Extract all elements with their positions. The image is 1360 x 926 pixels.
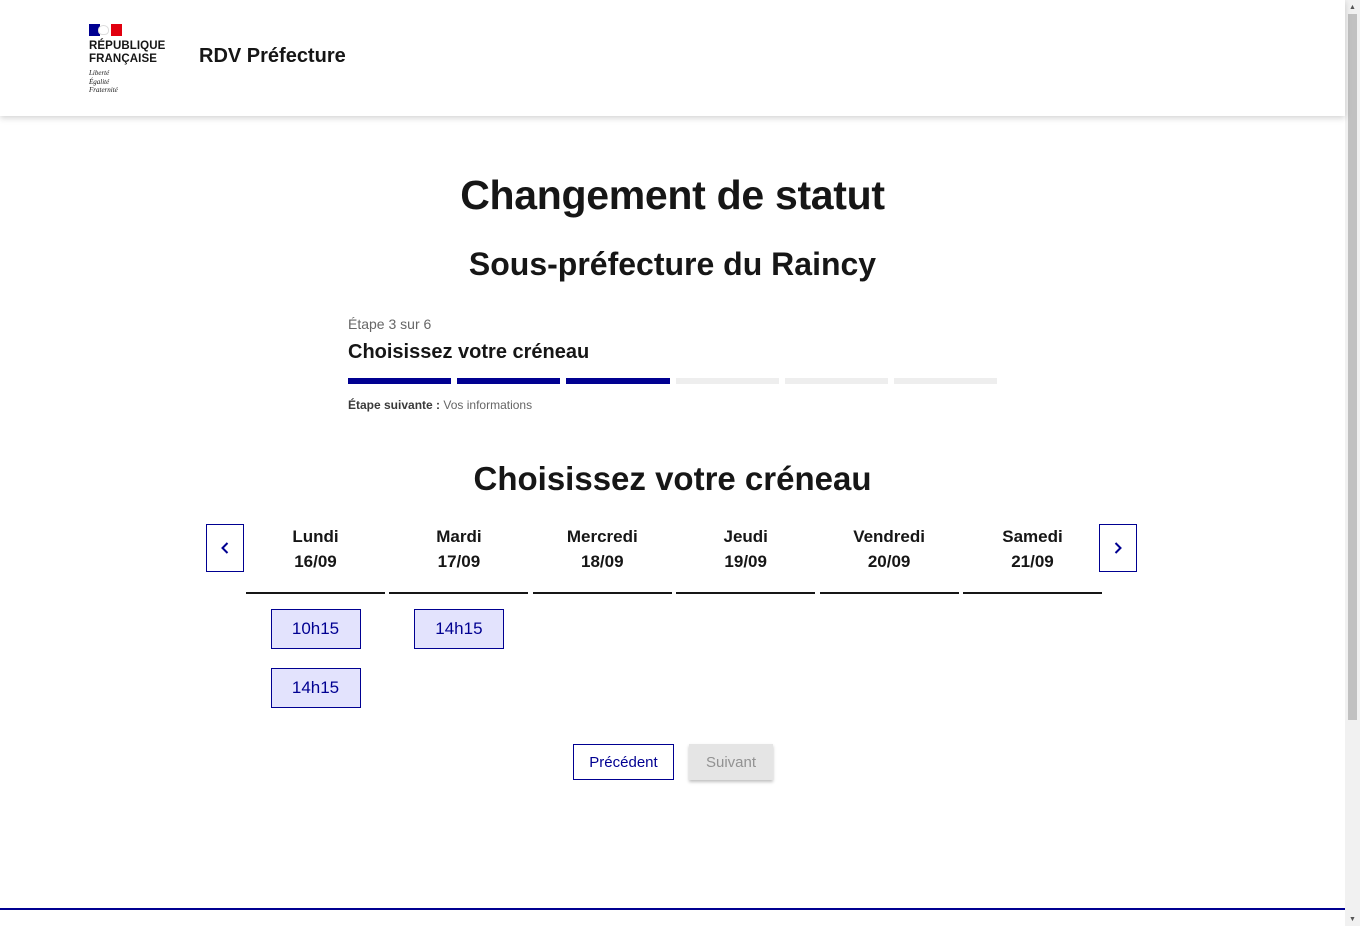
time-slot-button[interactable]: 14h15 [413,609,504,649]
stepper-segment [675,378,779,384]
calendar-day-mardi: Mardi 17/09 [389,524,529,594]
previous-button[interactable]: Précédent [573,744,674,780]
calendar-day-lundi: Lundi 16/09 [246,524,385,594]
stepper-next-step: Étape suivante : Vos informations [348,398,998,412]
stepper-next-label: Étape suivante : [348,398,441,412]
day-date: 16/09 [294,552,337,571]
vertical-scrollbar[interactable]: ▲ ▼ [1345,0,1360,926]
page-subtitle: Sous-préfecture du Raincy [468,246,877,282]
day-name: Mardi [436,527,482,546]
day-name: Mercredi [566,527,638,546]
french-flag-icon [89,24,122,36]
service-title[interactable]: RDV Préfecture [199,45,346,68]
section-title: Choisissez votre créneau [473,460,872,497]
day-date: 18/09 [581,552,624,571]
stepper-segment [893,378,998,384]
calendar-day-samedi: Samedi 21/09 [963,524,1102,594]
day-name: Jeudi [723,527,768,546]
day-date: 19/09 [724,552,767,571]
time-slot-button[interactable]: 10h15 [270,609,361,649]
chevron-right-icon [1114,542,1122,554]
day-name: Vendredi [853,527,925,546]
scrollbar-thumb[interactable] [1348,14,1357,720]
calendar-next-button[interactable] [1099,524,1137,572]
calendar-days: Lundi 16/09 Mardi 17/09 Mercredi 18/09 Jeudi 19… [246,524,1102,594]
day-date: 17/09 [437,552,481,571]
next-button[interactable]: Suivant [689,744,773,780]
republique-francaise-logo[interactable]: République Française Liberté Égalité Fra… [89,24,179,95]
day-date: 21/09 [1011,552,1054,571]
stepper-progress-bar [348,378,998,384]
footer-border [0,908,1345,910]
scroll-down-icon[interactable]: ▼ [1345,912,1360,926]
calendar-previous-button[interactable] [206,524,244,572]
chevron-left-icon [221,542,229,554]
stepper: Étape 3 sur 6 Choisissez votre créneau É… [348,316,998,412]
stepper-segment [348,378,452,384]
stepper-title: Choisissez votre créneau [348,341,590,363]
calendar-day-vendredi: Vendredi 20/09 [819,524,959,594]
day-date: 20/09 [867,552,911,571]
stepper-state: Étape 3 sur 6 [348,316,432,332]
day-name: Lundi [292,527,339,546]
calendar-day-jeudi: Jeudi 19/09 [676,524,816,594]
stepper-segment [457,378,561,384]
scroll-up-icon[interactable]: ▲ [1345,0,1360,14]
day-name: Samedi [1002,527,1063,546]
stepper-next-value: Vos informations [443,398,533,412]
page-title: Changement de statut [460,172,885,218]
time-slot-button[interactable]: 14h15 [270,668,361,708]
calendar-day-mercredi: Mercredi 18/09 [532,524,672,594]
stepper-segment [784,378,888,384]
logo-motto: Liberté Égalité Fraternité [89,69,118,94]
site-header: République Française Liberté Égalité Fra… [0,0,1345,116]
logo-title: République Française [89,40,166,65]
stepper-segment [566,378,670,384]
